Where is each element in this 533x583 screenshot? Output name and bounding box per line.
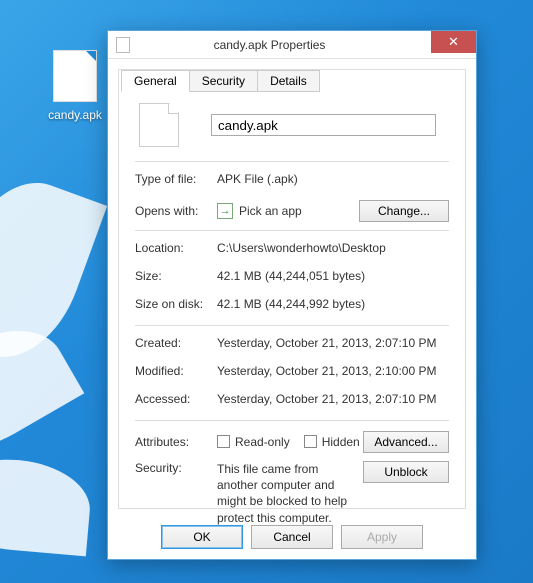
properties-dialog: candy.apk Properties ✕ General Security … [107,30,477,560]
checkbox-icon [304,435,317,448]
advanced-button[interactable]: Advanced... [363,431,449,453]
change-button[interactable]: Change... [359,200,449,222]
dialog-title: candy.apk Properties [108,38,431,52]
separator [135,420,449,421]
filename-input[interactable] [211,114,436,136]
checkbox-icon [217,435,230,448]
cancel-button[interactable]: Cancel [251,525,333,549]
dialog-footer: OK Cancel Apply [108,525,476,549]
hidden-checkbox[interactable]: Hidden [304,435,360,449]
unblock-button[interactable]: Unblock [363,461,449,483]
opens-with-label: Opens with: [135,204,217,218]
size-on-disk-label: Size on disk: [135,297,217,311]
opens-with-value: Pick an app [239,204,302,218]
apply-button[interactable]: Apply [341,525,423,549]
size-on-disk-value: 42.1 MB (44,244,992 bytes) [217,297,449,311]
security-label: Security: [135,461,217,475]
desktop-file-label: candy.apk [48,108,102,122]
type-value: APK File (.apk) [217,172,449,186]
wallpaper-petal [0,454,94,557]
close-button[interactable]: ✕ [431,31,476,53]
desktop-file-icon[interactable]: candy.apk [40,50,110,122]
ok-button[interactable]: OK [161,525,243,549]
file-icon [53,50,97,102]
tab-general[interactable]: General [121,70,190,92]
tab-content: Type of file: APK File (.apk) Opens with… [119,91,465,542]
accessed-value: Yesterday, October 21, 2013, 2:07:10 PM [217,392,449,406]
location-label: Location: [135,241,217,255]
tab-security[interactable]: Security [189,70,258,92]
arrow-right-icon: → [217,203,233,219]
accessed-label: Accessed: [135,392,217,406]
readonly-checkbox[interactable]: Read-only [217,435,290,449]
close-icon: ✕ [448,34,459,50]
dialog-body: General Security Details Type of file: A… [118,69,466,509]
created-label: Created: [135,336,217,350]
created-value: Yesterday, October 21, 2013, 2:07:10 PM [217,336,449,350]
location-value: C:\Users\wonderhowto\Desktop [217,241,449,255]
size-value: 42.1 MB (44,244,051 bytes) [217,269,449,283]
size-label: Size: [135,269,217,283]
hidden-label: Hidden [322,435,360,449]
titlebar[interactable]: candy.apk Properties ✕ [108,31,476,59]
readonly-label: Read-only [235,435,290,449]
separator [135,325,449,326]
modified-value: Yesterday, October 21, 2013, 2:10:00 PM [217,364,449,378]
separator [135,161,449,162]
attributes-label: Attributes: [135,435,217,449]
modified-label: Modified: [135,364,217,378]
separator [135,230,449,231]
tab-details[interactable]: Details [257,70,320,92]
file-type-icon [139,103,179,147]
titlebar-file-icon [116,37,130,53]
tab-strip: General Security Details [121,69,465,91]
type-label: Type of file: [135,172,217,186]
security-text: This file came from another computer and… [217,461,363,526]
